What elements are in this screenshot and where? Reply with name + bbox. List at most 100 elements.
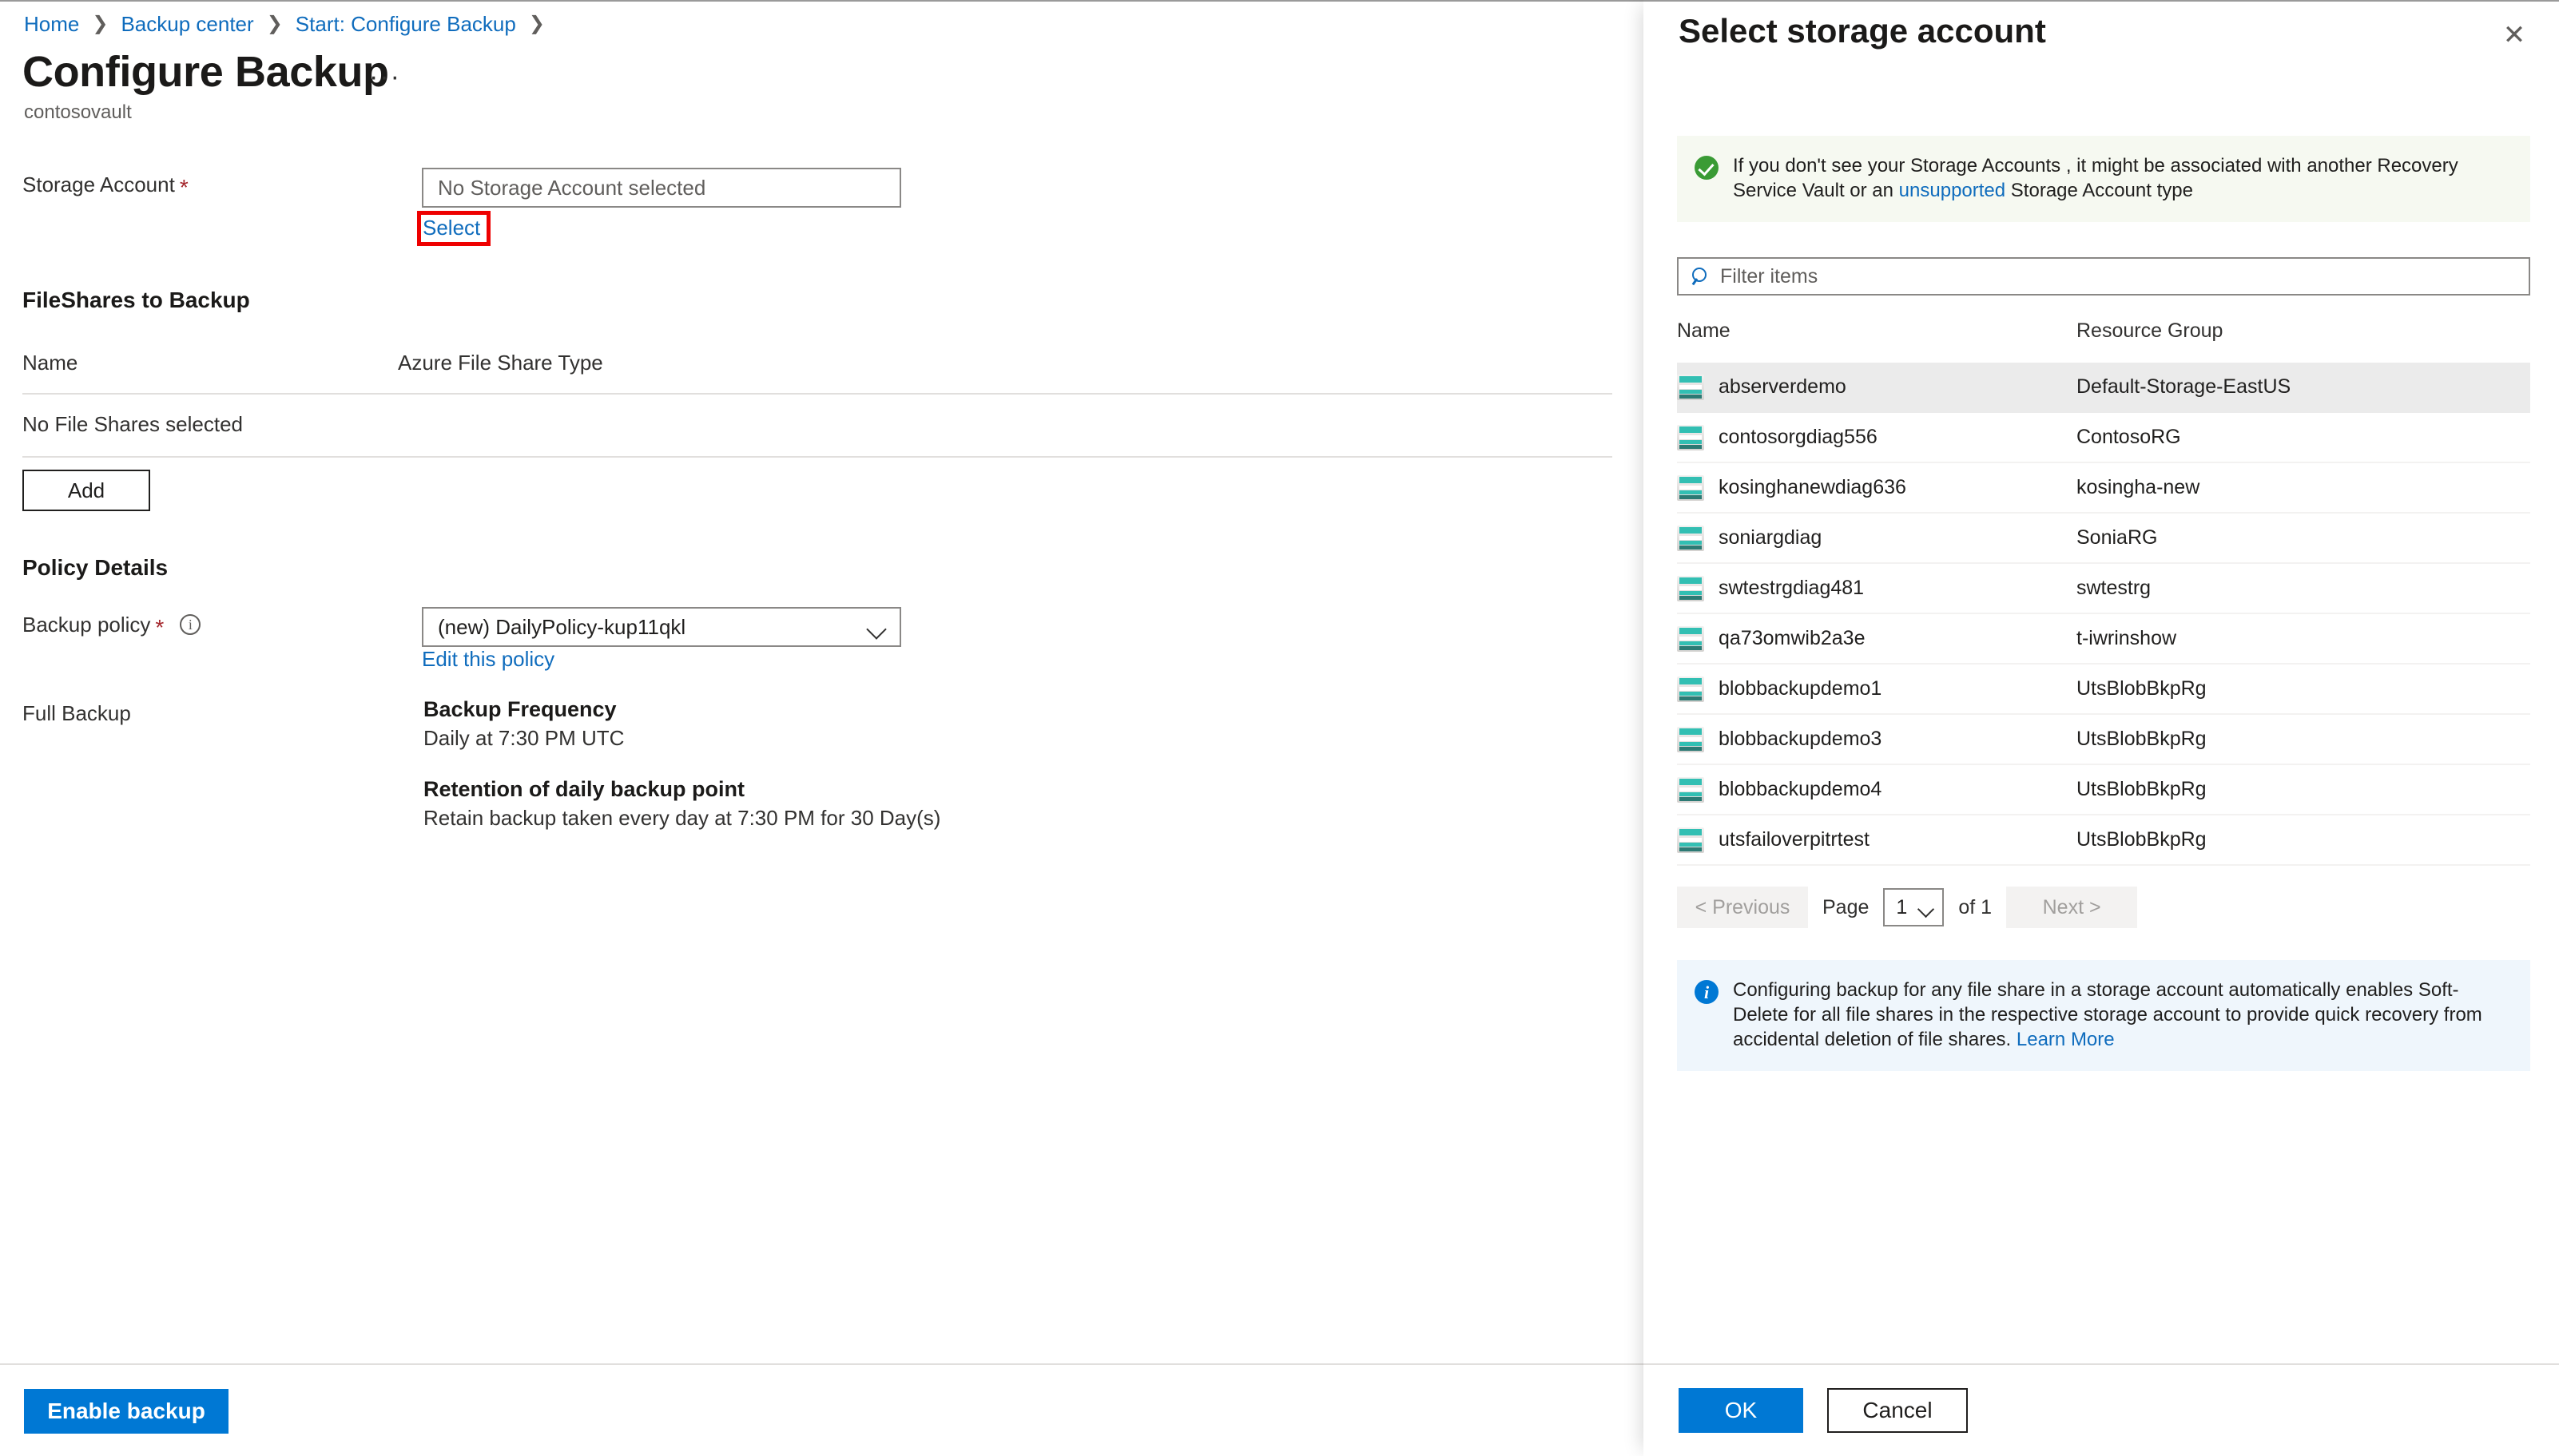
- storage-accounts-table-header: Name Resource Group: [1677, 319, 2530, 355]
- policy-details-section-title: Policy Details: [22, 555, 169, 580]
- storage-account-icon: [1677, 374, 1704, 400]
- storage-account-row[interactable]: abserverdemo Default-Storage-EastUS: [1677, 363, 2530, 413]
- storage-account-row[interactable]: utsfailoverpitrtest UtsBlobBkpRg: [1677, 815, 2530, 866]
- storage-account-name: kosinghanewdiag636: [1719, 476, 1906, 498]
- storage-account-icon: [1677, 827, 1704, 853]
- storage-account-row[interactable]: swtestrgdiag481 swtestrg: [1677, 564, 2530, 614]
- storage-account-icon: [1677, 575, 1704, 601]
- chevron-right-icon: ❯: [92, 13, 109, 34]
- page-number-value: 1: [1896, 895, 1908, 918]
- storage-account-icon: [1677, 474, 1704, 501]
- success-banner-text-after: Storage Account type: [2010, 180, 2193, 201]
- storage-account-name: soniargdiag: [1719, 526, 1822, 549]
- policy-summary: Backup Frequency Daily at 7:30 PM UTC Re…: [423, 695, 940, 832]
- backup-policy-dropdown[interactable]: (new) DailyPolicy-kup11qkl: [422, 607, 901, 647]
- edit-policy-link-wrap: Edit this policy: [422, 647, 554, 672]
- success-banner-text: If you don't see your Storage Accounts ,…: [1733, 153, 2513, 203]
- required-asterisk: *: [179, 175, 189, 200]
- resource-group-cell: swtestrg: [2076, 577, 2152, 599]
- storage-account-name: blobbackupdemo1: [1719, 677, 1882, 700]
- chevron-down-icon: [868, 622, 887, 633]
- backup-frequency-value: Daily at 7:30 PM UTC: [423, 726, 625, 750]
- storage-account-name-cell: blobbackupdemo4: [1677, 776, 2076, 803]
- required-asterisk: *: [155, 615, 165, 640]
- search-icon: [1691, 268, 1709, 285]
- storage-account-row[interactable]: blobbackupdemo4 UtsBlobBkpRg: [1677, 765, 2530, 815]
- storage-account-name: qa73omwib2a3e: [1719, 627, 1866, 649]
- select-storage-account-link[interactable]: Select: [423, 216, 480, 240]
- backup-frequency-heading: Backup Frequency: [423, 697, 617, 721]
- storage-account-row[interactable]: kosinghanewdiag636 kosingha-new: [1677, 463, 2530, 514]
- more-options-button[interactable]: ···: [369, 61, 401, 93]
- resource-group-cell: Default-Storage-EastUS: [2076, 375, 2291, 398]
- storage-account-name: utsfailoverpitrtest: [1719, 828, 1870, 851]
- vault-name-subtitle: contosovault: [24, 101, 132, 123]
- add-fileshare-button[interactable]: Add: [22, 470, 150, 511]
- column-header-name: Name: [22, 351, 78, 375]
- fileshares-section-title: FileShares to Backup: [22, 288, 250, 312]
- storage-account-name-cell: contosorgdiag556: [1677, 424, 2076, 450]
- ok-button[interactable]: OK: [1679, 1388, 1803, 1433]
- backup-policy-field-label-wrap: Backup policy * i: [22, 612, 201, 640]
- resource-group-cell: UtsBlobBkpRg: [2076, 728, 2207, 750]
- storage-account-icon: [1677, 776, 1704, 803]
- learn-more-link[interactable]: Learn More: [2017, 1029, 2115, 1050]
- storage-account-icon: [1677, 625, 1704, 652]
- storage-account-row[interactable]: qa73omwib2a3e t-iwrinshow: [1677, 614, 2530, 665]
- pagination: < Previous Page 1 of 1 Next >: [1677, 887, 2138, 928]
- unsupported-link[interactable]: unsupported: [1899, 180, 2005, 201]
- chevron-down-icon: [1918, 903, 1934, 912]
- storage-account-name-cell: blobbackupdemo1: [1677, 676, 2076, 702]
- breadcrumb-item-start-configure-backup[interactable]: Start: Configure Backup: [296, 11, 516, 37]
- panel-footer: OK Cancel: [1643, 1363, 2559, 1456]
- storage-account-row[interactable]: soniargdiag SoniaRG: [1677, 514, 2530, 564]
- edit-this-policy-link[interactable]: Edit this policy: [422, 647, 554, 671]
- page-title: Configure Backup: [22, 48, 389, 96]
- storage-accounts-notice-banner: If you don't see your Storage Accounts ,…: [1677, 136, 2530, 222]
- fileshares-table: Name Azure File Share Type No File Share…: [22, 351, 1612, 458]
- success-check-icon: [1695, 156, 1719, 180]
- table-row: No File Shares selected: [22, 395, 1612, 458]
- storage-account-name: contosorgdiag556: [1719, 426, 1878, 448]
- storage-accounts-list: abserverdemo Default-Storage-EastUS contos…: [1677, 363, 2530, 866]
- storage-account-name: swtestrgdiag481: [1719, 577, 1865, 599]
- fileshare-type-cell: [398, 412, 877, 437]
- storage-account-row[interactable]: blobbackupdemo3 UtsBlobBkpRg: [1677, 715, 2530, 765]
- next-page-button[interactable]: Next >: [2006, 887, 2138, 928]
- cancel-button[interactable]: Cancel: [1827, 1388, 1968, 1433]
- storage-account-label: Storage Account *: [22, 173, 189, 200]
- select-link-highlight: Select: [417, 211, 491, 246]
- azure-portal-screen: Home ❯ Backup center ❯ Start: Configure …: [0, 0, 2559, 1456]
- previous-page-button[interactable]: < Previous: [1677, 887, 1808, 928]
- storage-account-name: blobbackupdemo3: [1719, 728, 1882, 750]
- storage-account-field-label-wrap: Storage Account *: [22, 172, 189, 200]
- storage-account-row[interactable]: blobbackupdemo1 UtsBlobBkpRg: [1677, 665, 2530, 715]
- storage-account-row[interactable]: contosorgdiag556 ContosoRG: [1677, 413, 2530, 463]
- breadcrumb-item-backup-center[interactable]: Backup center: [121, 11, 253, 37]
- filter-placeholder: Filter items: [1720, 264, 1818, 288]
- backup-policy-selected-value: (new) DailyPolicy-kup11qkl: [438, 614, 686, 639]
- fileshares-table-header: Name Azure File Share Type: [22, 351, 1612, 395]
- configure-backup-blade: Home ❯ Backup center ❯ Start: Configure …: [0, 0, 1643, 1456]
- storage-account-icon: [1677, 726, 1704, 752]
- full-backup-label: Full Backup: [22, 701, 131, 725]
- resource-group-cell: UtsBlobBkpRg: [2076, 677, 2207, 700]
- breadcrumb: Home ❯ Backup center ❯ Start: Configure …: [24, 11, 558, 37]
- storage-account-input[interactable]: No Storage Account selected: [422, 168, 901, 208]
- storage-account-name-cell: abserverdemo: [1677, 374, 2076, 400]
- breadcrumb-item-home[interactable]: Home: [24, 11, 79, 37]
- fileshare-name-cell: No File Shares selected: [22, 412, 244, 436]
- enable-backup-button[interactable]: Enable backup: [24, 1389, 228, 1434]
- chevron-right-icon: ❯: [266, 13, 283, 34]
- storage-account-name: blobbackupdemo4: [1719, 778, 1882, 800]
- info-icon[interactable]: i: [180, 614, 201, 635]
- storage-account-name-cell: blobbackupdemo3: [1677, 726, 2076, 752]
- close-icon[interactable]: ✕: [2498, 19, 2530, 51]
- page-number-select[interactable]: 1: [1883, 888, 1945, 926]
- storage-account-name-cell: utsfailoverpitrtest: [1677, 827, 2076, 853]
- storage-account-name-cell: qa73omwib2a3e: [1677, 625, 2076, 652]
- storage-account-icon: [1677, 424, 1704, 450]
- resource-group-cell: SoniaRG: [2076, 526, 2158, 549]
- filter-items-input[interactable]: Filter items: [1677, 257, 2530, 296]
- full-backup-label-wrap: Full Backup: [22, 700, 131, 726]
